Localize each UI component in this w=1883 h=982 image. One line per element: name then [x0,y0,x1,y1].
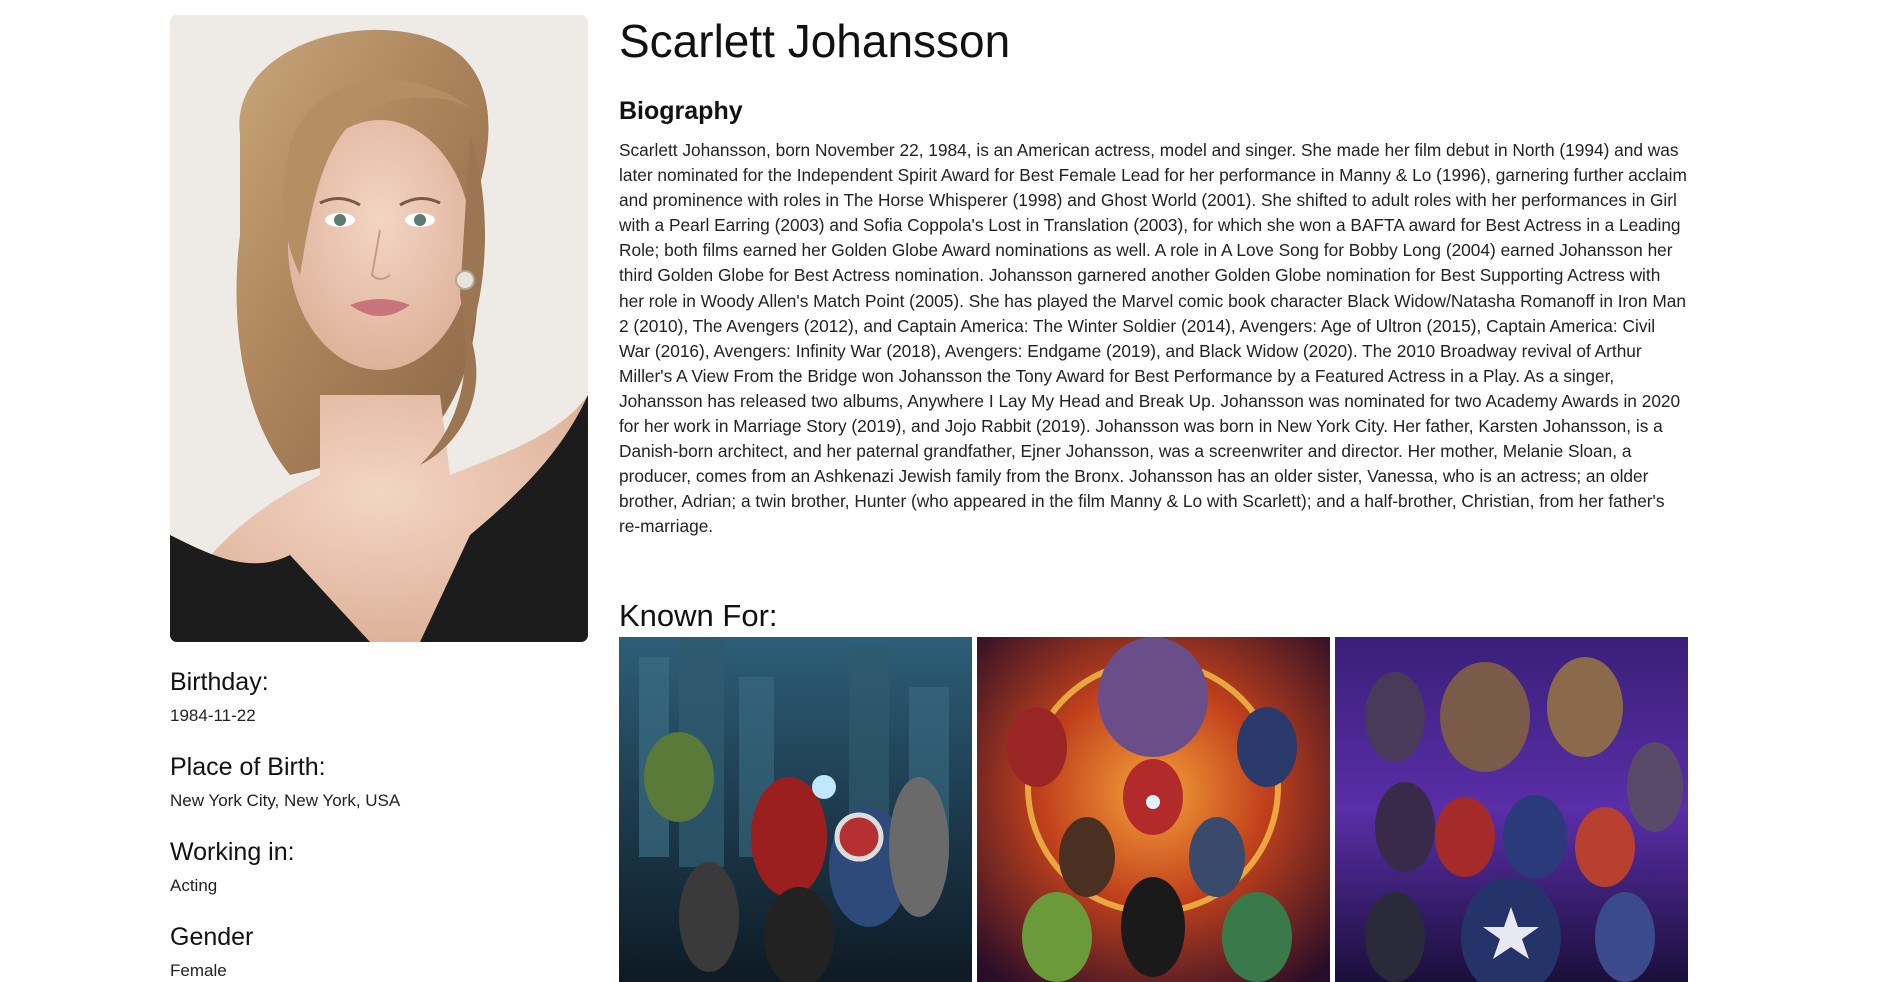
gender-section: Gender Female [170,922,588,982]
person-name: Scarlett Johansson [619,15,1011,67]
working-in-section: Working in: Acting [170,837,588,897]
infinity-war-poster-icon [977,637,1330,982]
endgame-poster-icon [1335,637,1688,982]
gender-value: Female [170,961,227,980]
known-for-heading: Known For: [619,598,778,633]
portrait-image [170,15,588,642]
known-for-list [619,637,1689,982]
left-column: Birthday: 1984-11-22 Place of Birth: New… [170,15,588,982]
working-in-label: Working in: [170,838,295,866]
known-for-poster-1[interactable] [619,637,972,982]
profile-photo [170,15,588,642]
right-column: Scarlett Johansson Biography Scarlett Jo… [619,14,1689,540]
gender-label: Gender [170,923,254,951]
place-of-birth-value: New York City, New York, USA [170,791,401,810]
known-for-poster-2[interactable] [977,637,1330,982]
birthday-section: Birthday: 1984-11-22 [170,667,588,727]
place-of-birth-label: Place of Birth: [170,753,326,781]
birthday-value: 1984-11-22 [170,706,256,725]
birthday-label: Birthday: [170,668,269,696]
working-in-value: Acting [170,876,218,895]
person-page: Birthday: 1984-11-22 Place of Birth: New… [0,0,1883,982]
biography-text: Scarlett Johansson, born November 22, 19… [619,140,1687,537]
place-of-birth-section: Place of Birth: New York City, New York,… [170,752,588,812]
biography-heading: Biography [619,97,743,125]
avengers-poster-icon [619,637,972,982]
known-for-poster-3[interactable] [1335,637,1688,982]
